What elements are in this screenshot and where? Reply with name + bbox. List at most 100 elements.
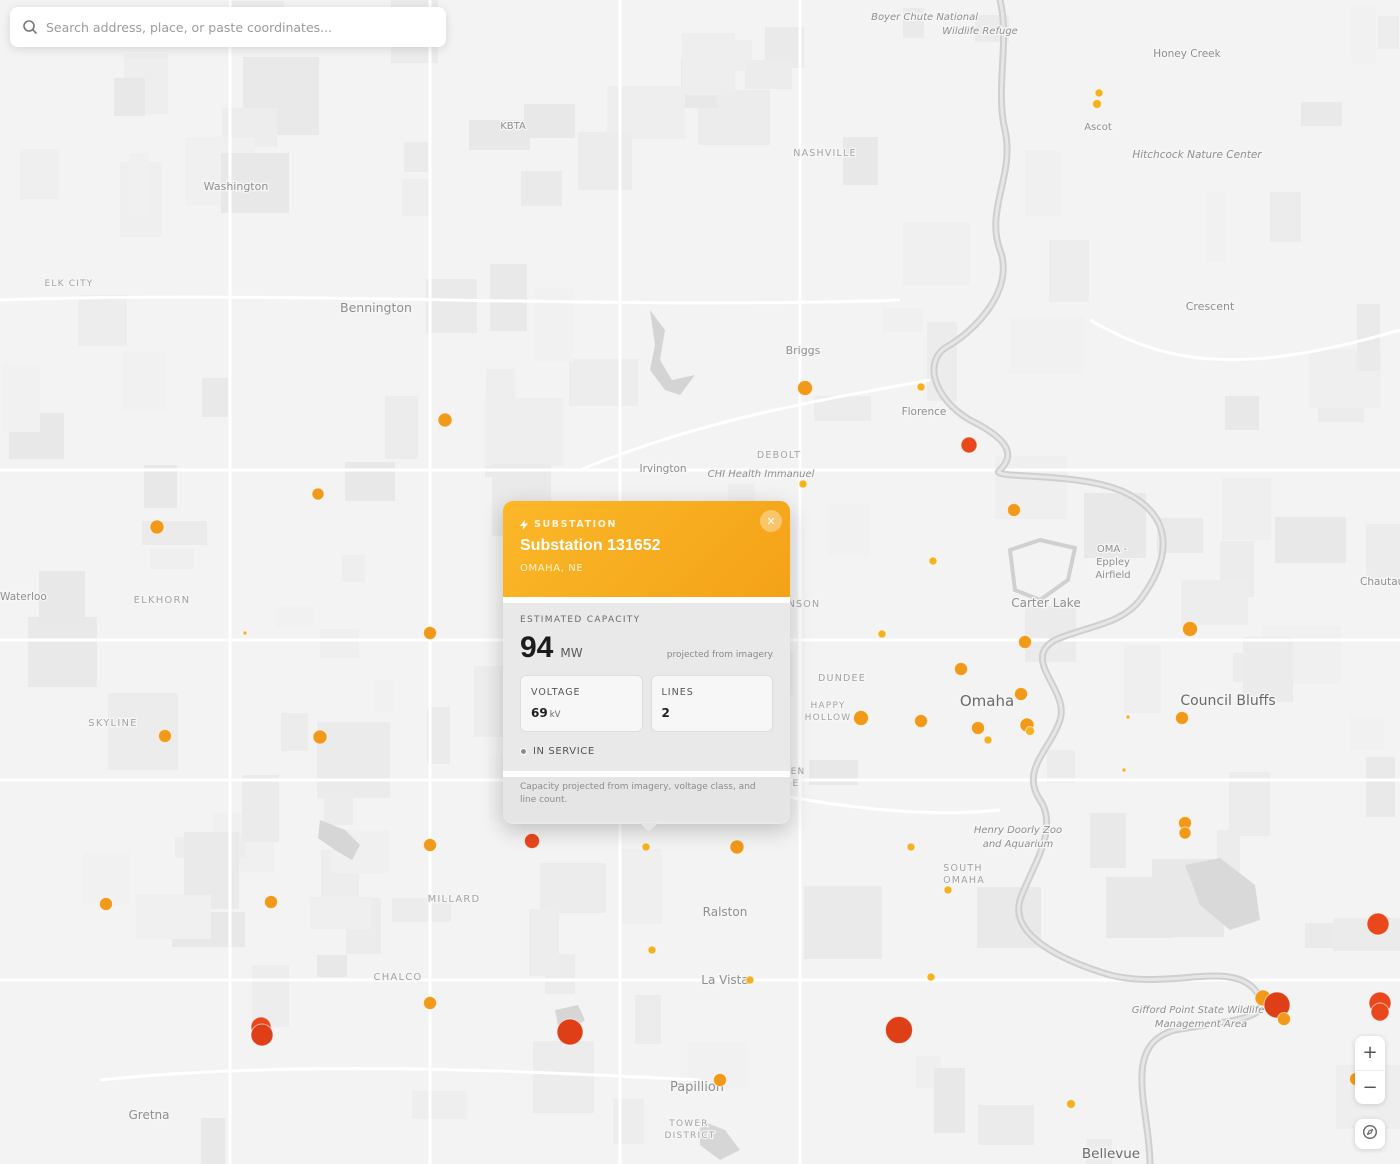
substation-marker[interactable] [1182,621,1198,637]
substation-marker[interactable] [524,833,540,849]
substation-marker[interactable] [423,838,437,852]
land-parcel [490,264,527,331]
land-parcel [485,398,563,466]
land-parcel [578,132,632,190]
substation-marker[interactable] [1366,912,1390,936]
place-label: Eppley [1096,557,1130,568]
land-parcel [317,722,390,798]
status-dot [520,748,527,755]
substation-marker[interactable] [1277,1012,1291,1026]
substation-marker[interactable] [1125,714,1131,720]
land-parcel [202,378,228,417]
land-parcel [745,60,792,89]
substation-marker[interactable] [745,975,755,985]
capacity-label: ESTIMATED CAPACITY [520,615,641,625]
substation-marker[interactable] [1025,726,1035,736]
substation-marker[interactable] [916,382,926,392]
substation-marker[interactable] [983,735,993,745]
land-parcel [317,955,347,977]
substation-marker[interactable] [713,1073,727,1087]
substation-marker[interactable] [1092,99,1102,109]
substation-marker[interactable] [641,842,651,852]
land-parcel [1275,517,1346,563]
substation-marker[interactable] [158,729,172,743]
voltage-value: 69 [531,706,548,720]
substation-marker[interactable] [943,885,953,895]
substation-marker[interactable] [1066,1099,1076,1109]
land-parcel [934,1068,965,1133]
substation-marker[interactable] [149,519,165,535]
land-parcel [1333,918,1400,951]
land-parcel [529,909,559,976]
place-label: NASHVILLE [793,148,856,159]
substation-marker[interactable] [1014,687,1028,701]
search-bar[interactable] [10,7,446,47]
substation-marker[interactable] [797,380,813,396]
substation-marker[interactable] [423,626,437,640]
place-label: Gretna [128,1108,169,1122]
substation-marker[interactable] [926,972,936,982]
substation-marker[interactable] [437,412,453,428]
popup-title: Substation 131652 [520,537,661,554]
popup-location: OMAHA, NE [520,563,584,574]
substation-popup: SUBSTATION Substation 131652 OMAHA, NE ✕… [503,501,790,832]
substation-marker[interactable] [311,487,325,501]
land-parcel [242,775,279,842]
place-label: CHI Health Immanuel [708,469,815,480]
substation-marker[interactable] [914,714,928,728]
compass-icon [1362,1124,1378,1144]
place-label: Management Area [1155,1019,1247,1030]
substation-marker[interactable] [312,729,328,745]
place-label: SOUTH [943,863,982,874]
land-parcel [535,287,573,362]
search-input[interactable] [46,19,434,35]
substation-marker[interactable] [928,556,938,566]
place-label: EN [791,767,806,777]
substation-marker[interactable] [423,996,437,1010]
land-parcel [521,171,562,206]
substation-marker[interactable] [1007,503,1021,517]
substation-marker[interactable] [729,839,745,855]
land-parcel [682,33,735,95]
substation-marker[interactable] [906,842,916,852]
substation-marker[interactable] [1121,767,1127,773]
substation-marker[interactable] [853,710,869,726]
substation-marker[interactable] [954,662,968,676]
land-parcel [28,617,97,687]
substation-marker[interactable] [885,1016,913,1044]
substation-marker[interactable] [264,895,278,909]
popup-body: ESTIMATED CAPACITY 94 MW projected from … [503,603,790,757]
substation-marker[interactable] [647,945,657,955]
zoom-in-button[interactable]: + [1355,1036,1385,1070]
substation-marker[interactable] [1370,1002,1390,1022]
place-label: CHALCO [374,972,423,983]
substation-marker[interactable] [960,436,978,454]
substation-marker[interactable] [556,1018,584,1046]
substation-marker[interactable] [1018,635,1032,649]
substation-marker[interactable] [250,1023,274,1047]
place-label: OMAHA [943,875,985,886]
place-label: Briggs [786,344,821,357]
place-label: Waterloo [0,591,47,603]
substation-marker[interactable] [99,897,113,911]
land-parcel [1049,240,1089,302]
place-label: HOLLOW [805,713,852,723]
place-label: Honey Creek [1153,48,1221,60]
substation-marker[interactable] [971,721,985,735]
zoom-out-button[interactable]: − [1355,1071,1385,1105]
place-label: Boyer Chute National [871,12,978,23]
substation-marker[interactable] [242,630,248,636]
compass-button[interactable] [1355,1119,1385,1149]
land-parcel [385,396,418,459]
substation-marker[interactable] [1094,88,1104,98]
place-label: KBTA [500,121,526,132]
voltage-unit: kV [549,710,561,720]
substation-marker[interactable] [877,629,887,639]
substation-marker[interactable] [1178,826,1192,840]
land-parcel [78,295,127,346]
substation-marker[interactable] [1175,711,1189,725]
land-parcel [622,849,662,924]
substation-marker[interactable] [798,479,808,489]
lightning-bolt-icon [520,519,528,530]
close-button[interactable]: ✕ [760,510,782,532]
